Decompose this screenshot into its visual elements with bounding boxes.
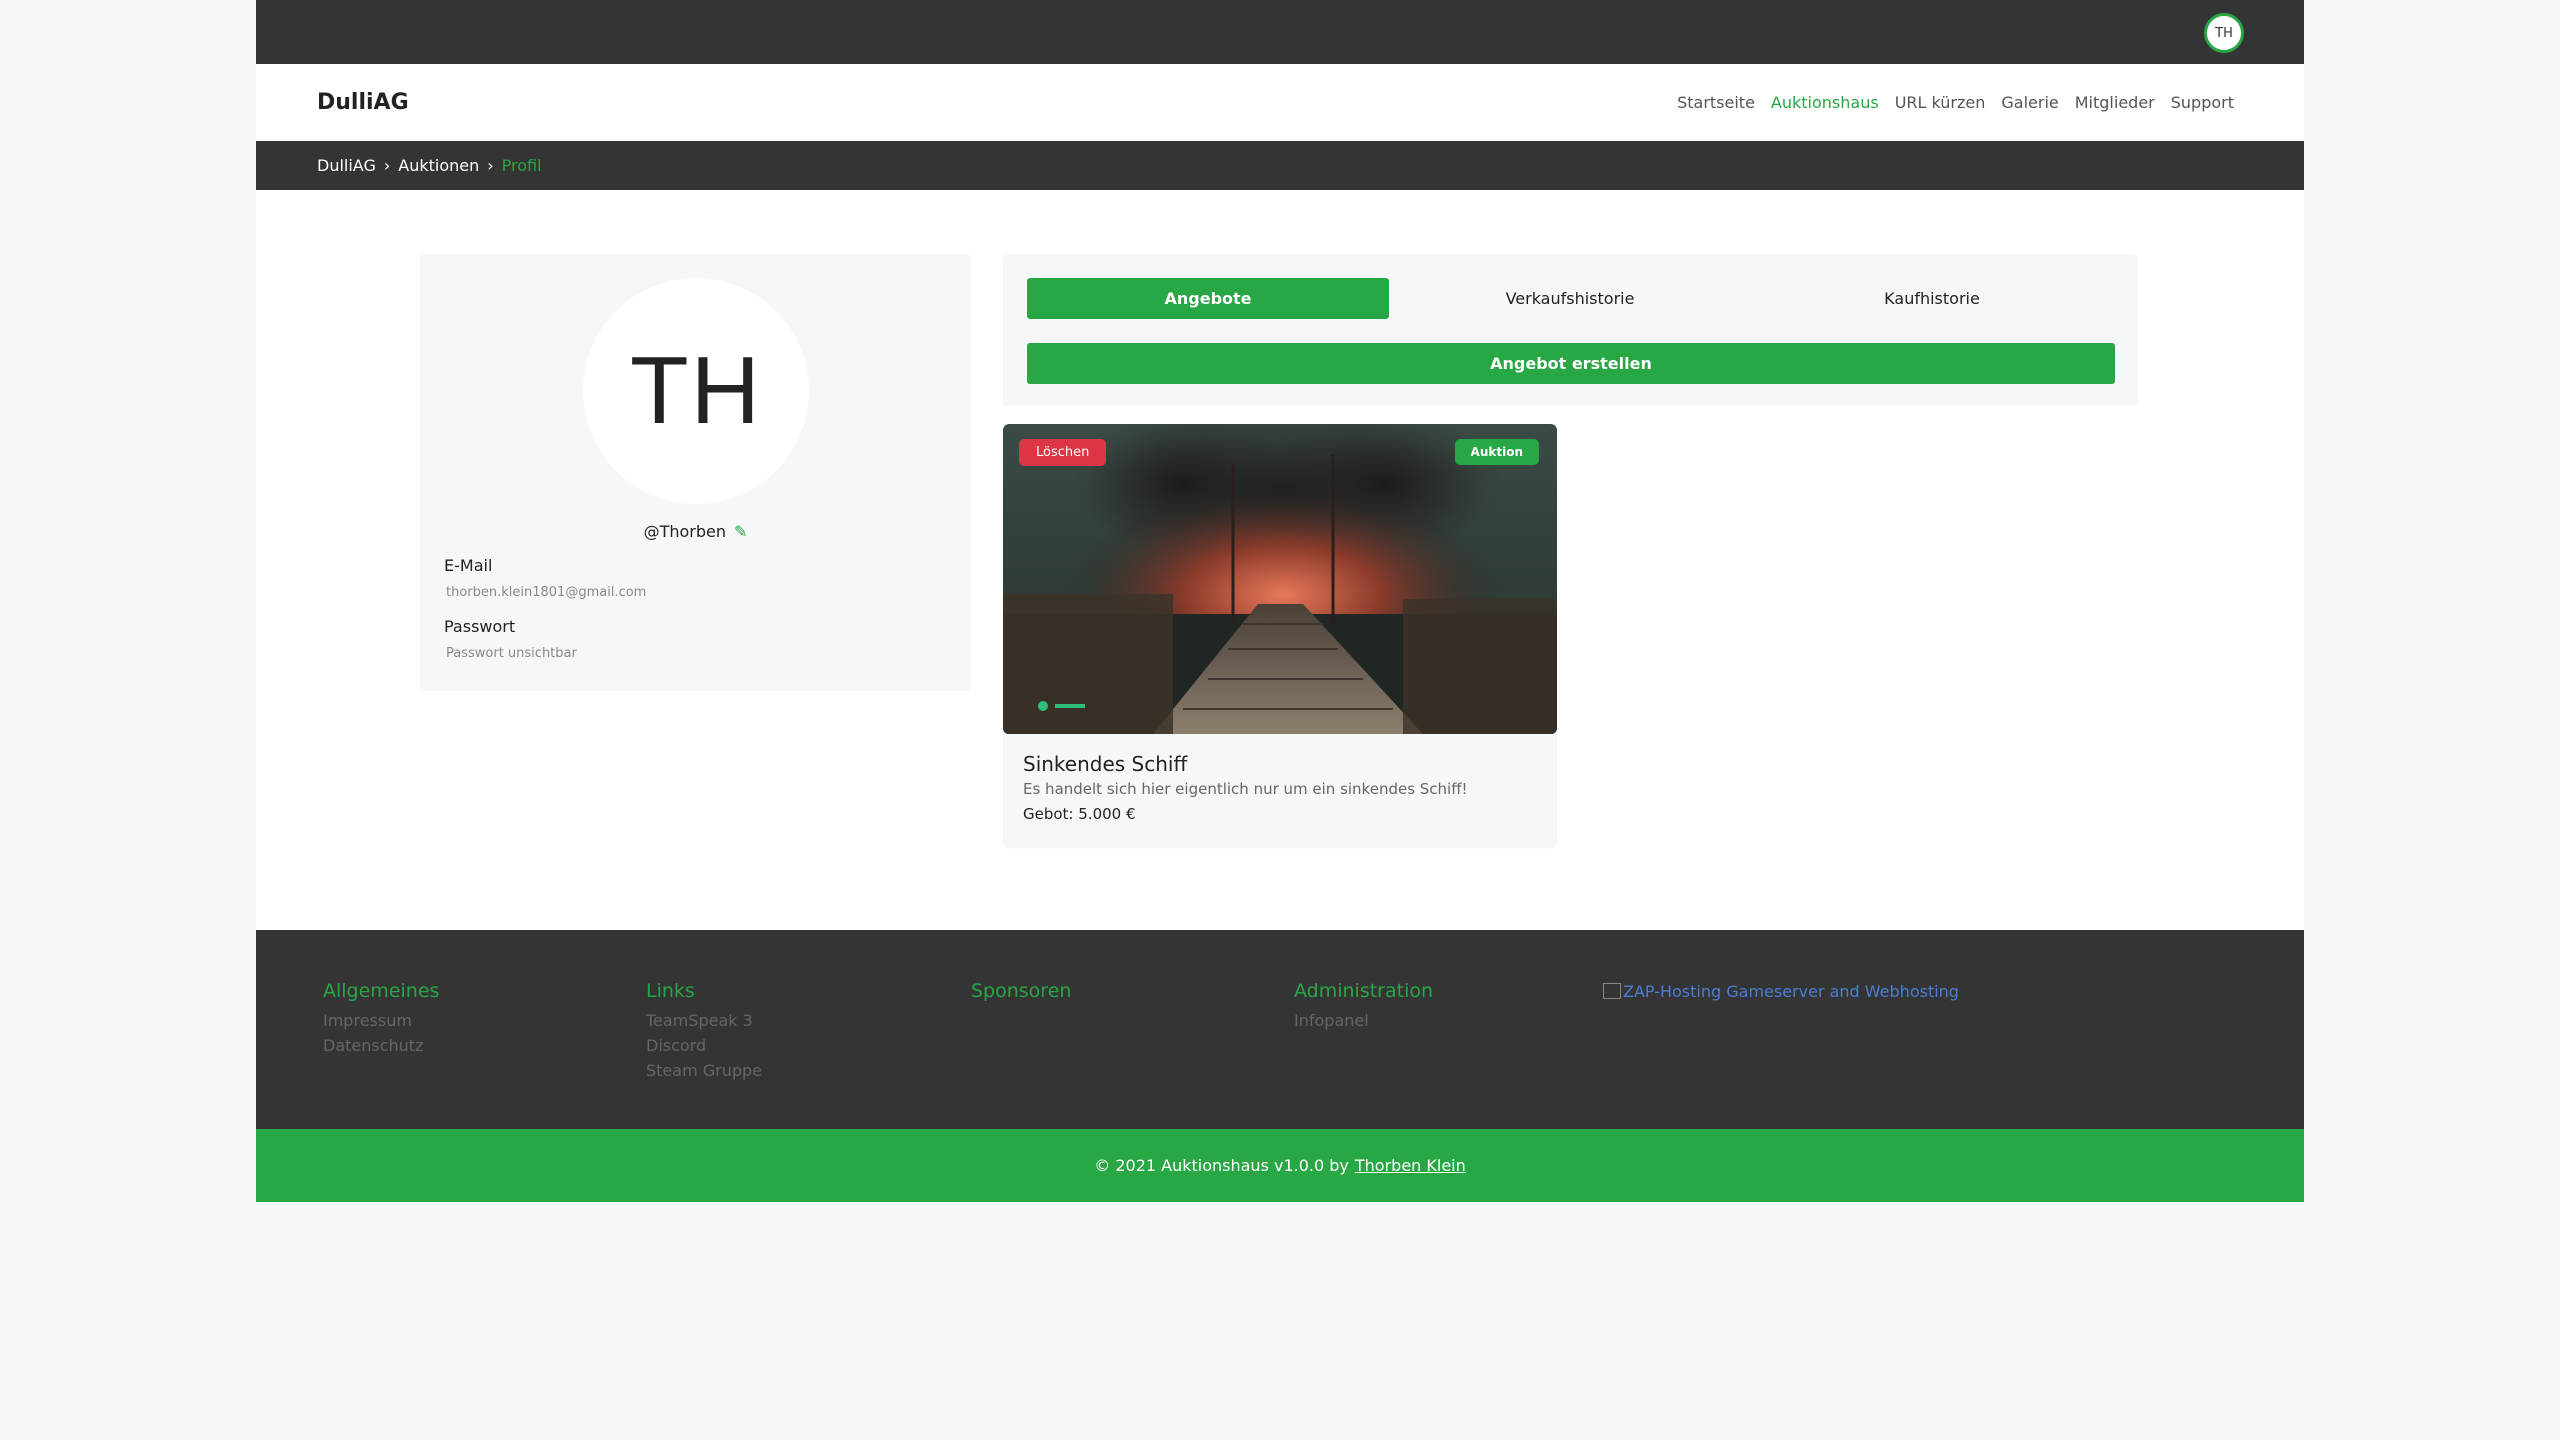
profile-username: @Thorben ✎ — [420, 522, 971, 541]
footer-col-administration: Administration Infopanel — [1294, 980, 1433, 1033]
breadcrumb-current: Profil — [501, 156, 542, 175]
footer-col-links: Links TeamSpeak 3 Discord Steam Gruppe — [646, 980, 762, 1083]
nav-support[interactable]: Support — [2171, 93, 2234, 112]
nav-galerie[interactable]: Galerie — [2001, 93, 2058, 112]
footer-col-title: Sponsoren — [971, 980, 1072, 1002]
footer-col-allgemeines: Allgemeines Impressum Datenschutz — [323, 980, 439, 1058]
footer-link-discord[interactable]: Discord — [646, 1033, 762, 1058]
breadcrumb-auktionen[interactable]: Auktionen — [398, 156, 479, 175]
top-bar: TH — [256, 0, 2304, 64]
footer-link-teamspeak[interactable]: TeamSpeak 3 — [646, 1008, 762, 1033]
auction-card[interactable]: Löschen Auktion Sinkendes Schiff Es hand… — [1003, 424, 1557, 849]
tab-angebote[interactable]: Angebote — [1027, 278, 1389, 319]
password-value: Passwort unsichtbar — [446, 646, 577, 661]
author-link[interactable]: Thorben Klein — [1355, 1156, 1466, 1175]
auction-type-badge: Auktion — [1454, 439, 1539, 465]
nav-auktionshaus[interactable]: Auktionshaus — [1771, 93, 1879, 112]
tab-kaufhistorie[interactable]: Kaufhistorie — [1751, 278, 2113, 319]
offer-bid: Gebot: 5.000 € — [1023, 805, 1136, 823]
broken-image-icon — [1603, 983, 1621, 999]
offer-title[interactable]: Sinkendes Schiff — [1023, 752, 1187, 776]
breadcrumb-separator: › — [487, 156, 494, 175]
sponsor-image-link[interactable]: ZAP-Hosting Gameserver and Webhosting — [1603, 982, 1959, 1001]
footer-link-datenschutz[interactable]: Datenschutz — [323, 1033, 439, 1058]
brand-logo[interactable]: DulliAG — [317, 90, 409, 115]
password-label: Passwort — [444, 617, 516, 636]
nav-links: Startseite Auktionshaus URL kürzen Galer… — [1677, 93, 2234, 112]
sponsor-alt-text: ZAP-Hosting Gameserver and Webhosting — [1623, 982, 1959, 1001]
profile-avatar: TH — [583, 278, 809, 504]
offer-description: Es handelt sich hier eigentlich nur um e… — [1023, 780, 1468, 798]
breadcrumb-separator: › — [383, 156, 391, 175]
username-text: @Thorben — [643, 522, 726, 541]
auction-image[interactable]: Löschen Auktion — [1003, 424, 1557, 734]
edit-pencil-icon[interactable]: ✎ — [734, 522, 747, 541]
copyright-bar: © 2021 Auktionshaus v1.0.0 by Thorben Kl… — [256, 1129, 2304, 1202]
email-label: E-Mail — [444, 556, 493, 575]
footer-col-title: Administration — [1294, 980, 1434, 1002]
create-offer-button[interactable]: Angebot erstellen — [1027, 343, 2115, 384]
profile-card: TH @Thorben ✎ E-Mail thorben.klein1801@gm… — [420, 254, 971, 691]
footer-col-sponsoren: Sponsoren — [971, 980, 1071, 1008]
footer-link-impressum[interactable]: Impressum — [323, 1008, 439, 1033]
breadcrumb: DulliAG › Auktionen › Profil — [256, 141, 2304, 190]
copyright-text: © 2021 Auktionshaus v1.0.0 by — [1094, 1156, 1349, 1175]
nav-mitglieder[interactable]: Mitglieder — [2075, 93, 2155, 112]
footer-link-steam[interactable]: Steam Gruppe — [646, 1058, 762, 1083]
navbar: DulliAG Startseite Auktionshaus URL kürz… — [256, 64, 2304, 141]
breadcrumb-home[interactable]: DulliAG — [317, 156, 376, 175]
footer-link-infopanel[interactable]: Infopanel — [1294, 1008, 1433, 1033]
footer: Allgemeines Impressum Datenschutz Links … — [256, 930, 2304, 1129]
user-avatar[interactable]: TH — [2204, 13, 2244, 53]
tab-verkaufshistorie[interactable]: Verkaufshistorie — [1389, 278, 1751, 319]
nav-url-kuerzen[interactable]: URL kürzen — [1895, 93, 1986, 112]
offers-tabs-card: Angebote Verkaufshistorie Kaufhistorie A… — [1003, 254, 2138, 406]
footer-col-title: Links — [646, 980, 695, 1002]
main-content: TH @Thorben ✎ E-Mail thorben.klein1801@gm… — [256, 190, 2304, 930]
footer-col-title: Allgemeines — [323, 980, 440, 1002]
nav-startseite[interactable]: Startseite — [1677, 93, 1755, 112]
email-value: thorben.klein1801@gmail.com — [446, 585, 647, 600]
delete-badge-button[interactable]: Löschen — [1019, 439, 1107, 466]
